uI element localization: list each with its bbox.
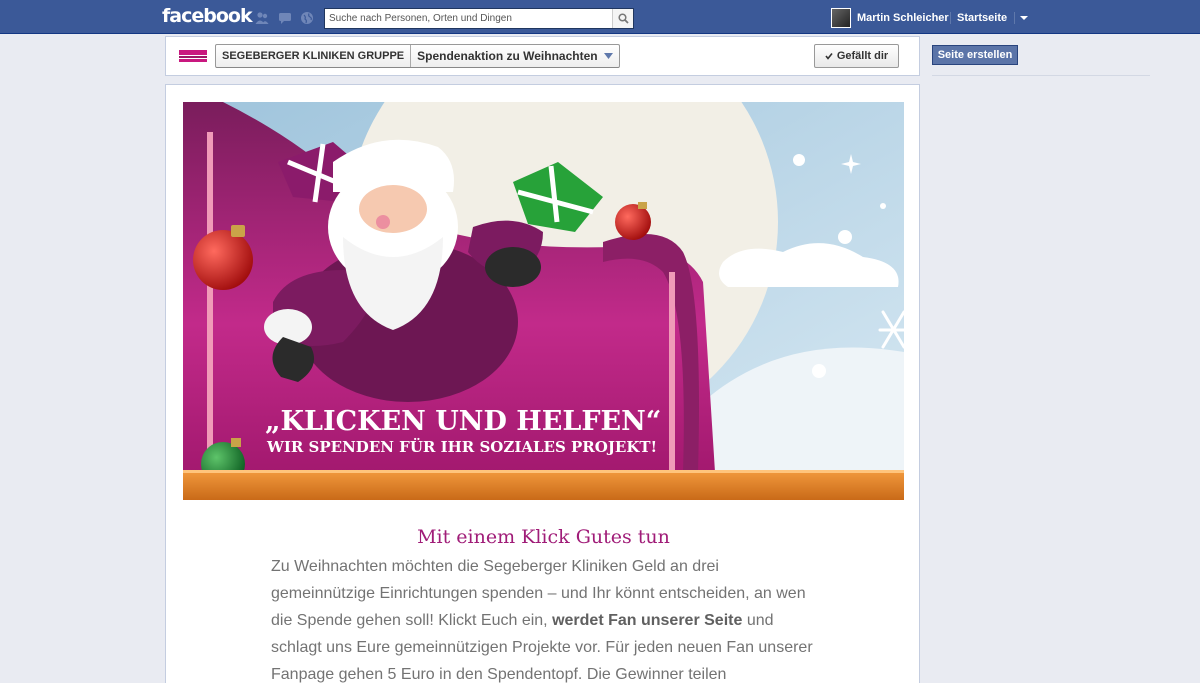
search-box [324, 8, 634, 29]
divider [932, 75, 1150, 76]
search-button[interactable] [612, 9, 633, 28]
breadcrumb: SEGEBERGER KLINIKEN GRUPPE Spendenaktion… [215, 44, 620, 68]
nav-divider [950, 12, 951, 24]
top-navigation-bar: facebook Martin Schleicher Startseite [0, 0, 1200, 34]
user-avatar[interactable] [831, 8, 851, 28]
page-header-bar: SEGEBERGER KLINIKEN GRUPPE Spendenaktion… [165, 36, 920, 76]
chevron-down-icon [603, 53, 613, 59]
nav-divider [1014, 12, 1015, 24]
breadcrumb-page-name[interactable]: SEGEBERGER KLINIKEN GRUPPE [216, 45, 412, 67]
banner-subline: WIR SPENDEN FÜR IHR SOZIALES PROJEKT! [266, 437, 657, 456]
search-input[interactable] [325, 9, 613, 28]
messages-icon[interactable] [278, 11, 292, 25]
facebook-logo[interactable]: facebook [162, 5, 253, 27]
profile-link[interactable]: Martin Schleicher [857, 12, 949, 24]
page-logo[interactable] [178, 49, 208, 63]
like-button[interactable]: Gefällt dir [814, 44, 899, 68]
santa-banner-illustration: „KLICKEN UND HELFEN“ WIR SPENDEN FÜR IHR… [183, 102, 904, 500]
search-icon [617, 13, 629, 24]
like-button-label: Gefällt dir [836, 50, 889, 62]
tab-content-card: „KLICKEN UND HELFEN“ WIR SPENDEN FÜR IHR… [165, 84, 920, 683]
create-page-button[interactable]: Seite erstellen [932, 45, 1018, 65]
content-body: Zu Weihnachten möchten die Segeberger Kl… [271, 553, 816, 683]
friends-icon[interactable] [255, 11, 269, 25]
tab-selector-label: Spendenaktion zu Weihnachten [417, 49, 598, 63]
globe-icon[interactable] [300, 11, 314, 25]
campaign-banner: „KLICKEN UND HELFEN“ WIR SPENDEN FÜR IHR… [183, 102, 904, 500]
banner-headline: „KLICKEN UND HELFEN“ [265, 406, 661, 437]
home-link[interactable]: Startseite [957, 12, 1007, 24]
checkmark-icon [825, 53, 833, 60]
tab-selector[interactable]: Spendenaktion zu Weihnachten [411, 45, 618, 67]
chevron-down-icon[interactable] [1019, 14, 1029, 22]
body-text-highlight[interactable]: werdet Fan unserer Seite [552, 612, 742, 629]
content-title: Mit einem Klick Gutes tun [417, 526, 670, 548]
